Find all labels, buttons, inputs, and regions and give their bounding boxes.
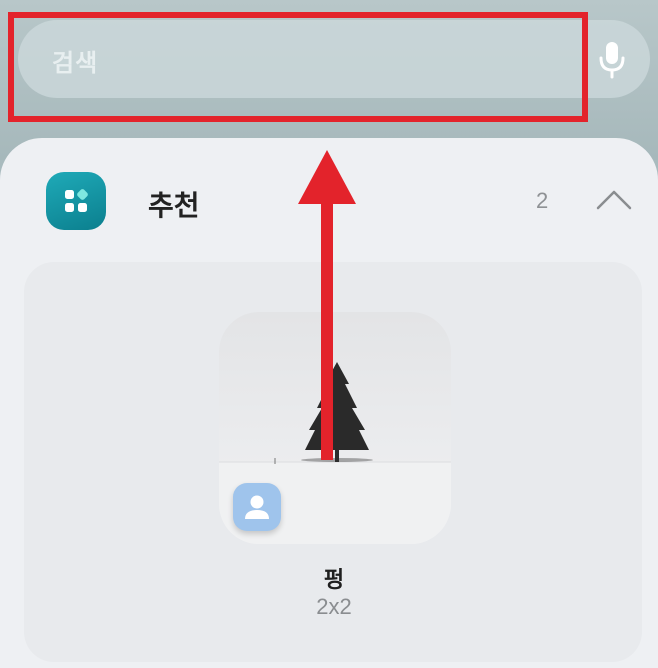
mic-icon[interactable]: [596, 40, 628, 80]
section-title: 추천: [148, 190, 200, 221]
search-highlight-box: [8, 12, 588, 122]
chevron-up-icon[interactable]: [594, 184, 634, 214]
widget-size: 2x2: [316, 594, 352, 619]
contact-icon: [233, 483, 281, 531]
widget-apps-icon: [46, 172, 106, 230]
widget-name: 펑: [323, 567, 345, 592]
section-count: 2: [536, 188, 549, 213]
up-arrow-annotation: [298, 150, 356, 460]
